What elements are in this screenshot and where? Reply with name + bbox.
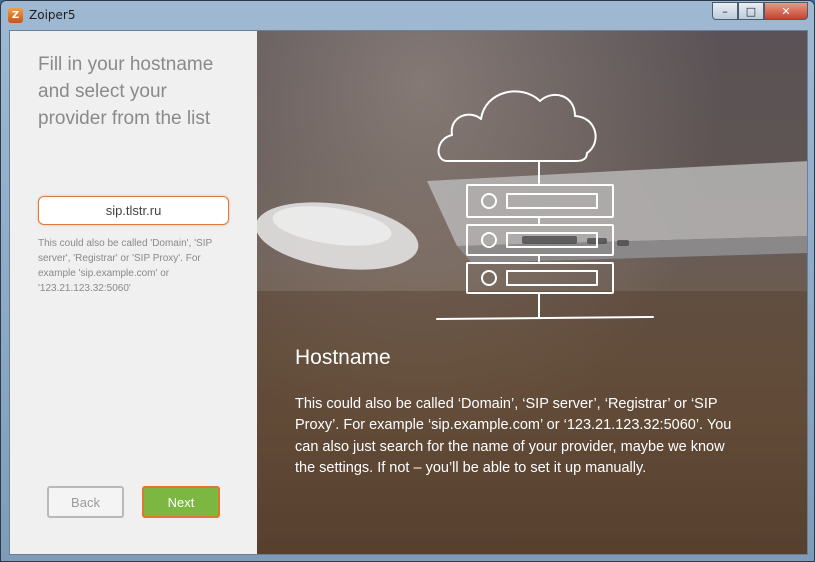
close-button[interactable]: ✕ <box>764 2 808 20</box>
back-button[interactable]: Back <box>47 486 124 518</box>
title-bar[interactable]: Z Zoiper5 – □ ✕ <box>1 1 814 29</box>
window-title: Zoiper5 <box>29 8 76 22</box>
window-controls: – □ ✕ <box>712 2 808 20</box>
app-window: Z Zoiper5 – □ ✕ Fill in your hostname an… <box>0 0 815 562</box>
info-panel: Hostname This could also be called ‘Doma… <box>257 31 807 554</box>
zoiper-icon: Z <box>8 8 23 23</box>
page-title: Fill in your hostname and select your pr… <box>38 54 214 129</box>
form-panel: Fill in your hostname and select your pr… <box>10 31 257 554</box>
info-title: Hostname <box>295 346 391 369</box>
hostname-hint: This could also be called 'Domain', 'SIP… <box>38 238 212 294</box>
maximize-button[interactable]: □ <box>738 2 764 20</box>
minimize-button[interactable]: – <box>712 2 738 20</box>
info-description: This could also be called ‘Domain’, ‘SIP… <box>295 396 732 477</box>
hostname-input[interactable] <box>38 196 229 225</box>
wizard-content: Fill in your hostname and select your pr… <box>9 30 808 555</box>
next-button[interactable]: Next <box>142 486 220 518</box>
